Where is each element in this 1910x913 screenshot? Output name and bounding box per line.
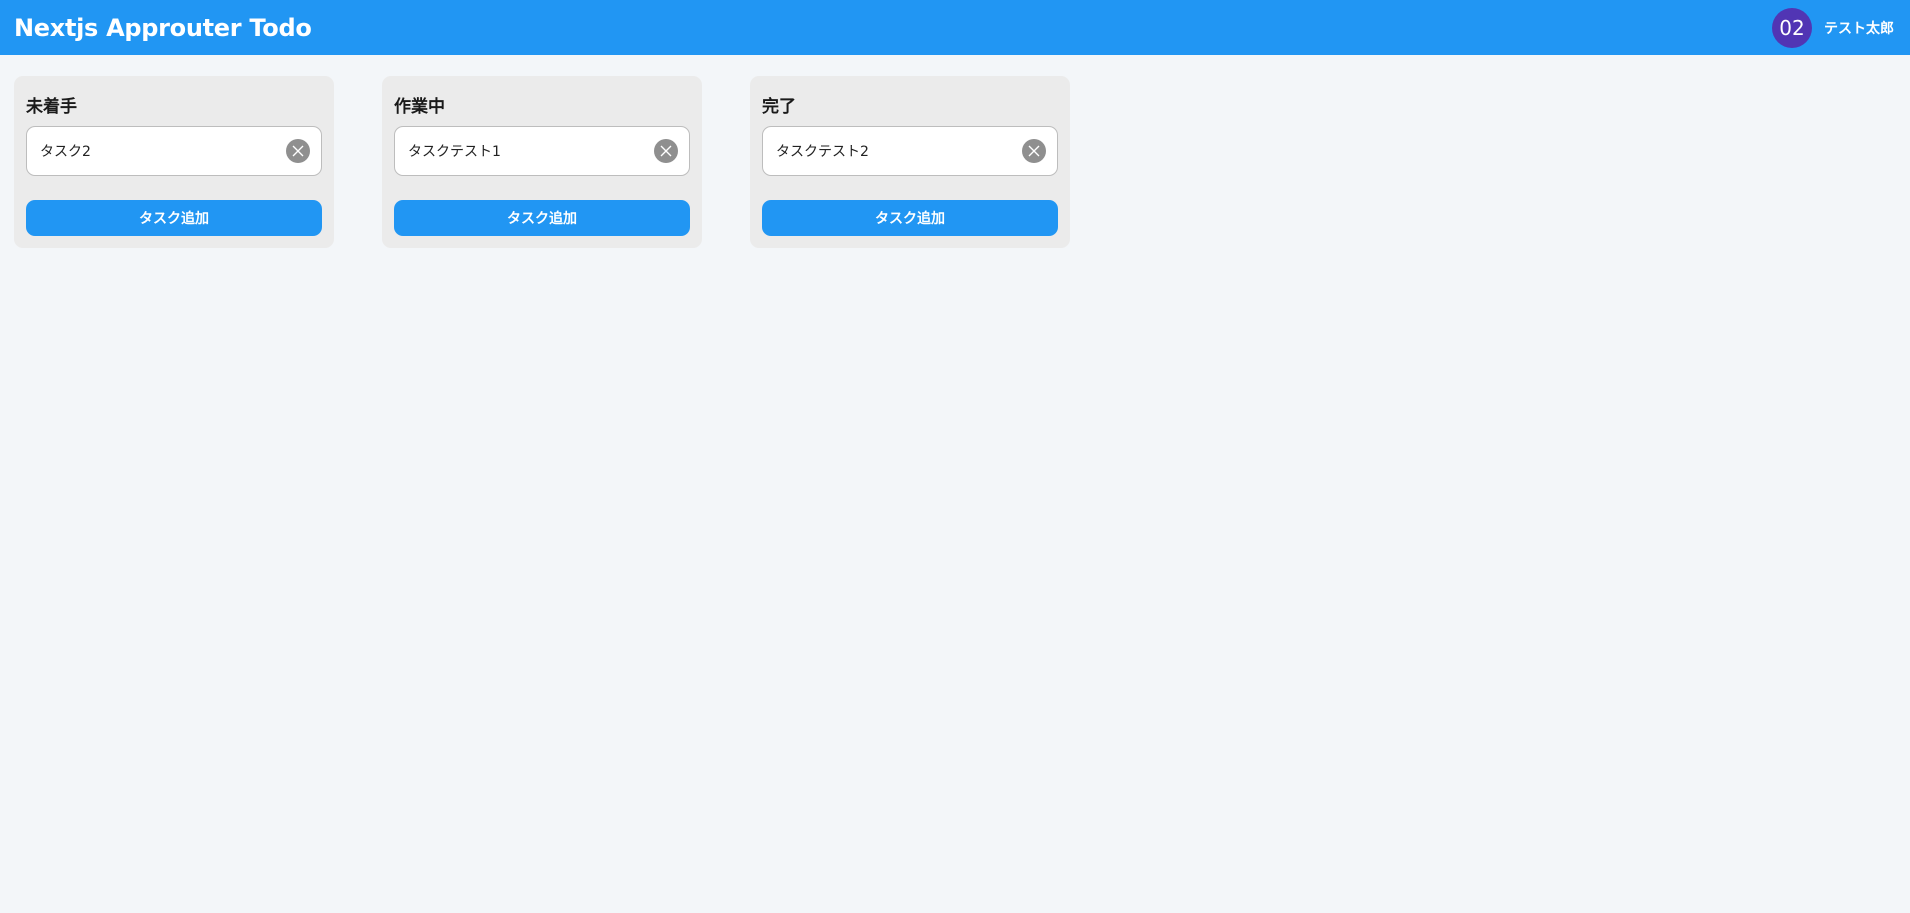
user-menu[interactable]: 02 テスト太郎 (1772, 7, 1894, 48)
task-text: タスク2 (40, 144, 91, 160)
add-task-button[interactable]: タスク追加 (762, 200, 1058, 236)
column-todo: 未着手 タスク2 タスク追加 (14, 76, 334, 248)
task-card[interactable]: タスクテスト1 (394, 126, 690, 176)
column-title: 未着手 (26, 97, 77, 117)
task-text: タスクテスト2 (776, 144, 869, 160)
add-task-button[interactable]: タスク追加 (394, 200, 690, 236)
column-title: 完了 (762, 97, 796, 117)
close-circle-icon[interactable] (286, 139, 310, 163)
close-circle-icon[interactable] (1022, 139, 1046, 163)
user-name: テスト太郎 (1824, 20, 1894, 37)
kanban-board: 未着手 タスク2 タスク追加 作業中 タスクテスト1 タスク追加 完了 タスクテ… (14, 76, 1118, 248)
task-card[interactable]: タスク2 (26, 126, 322, 176)
column-title: 作業中 (394, 97, 445, 117)
column-in-progress: 作業中 タスクテスト1 タスク追加 (382, 76, 702, 248)
close-circle-icon[interactable] (654, 139, 678, 163)
avatar[interactable]: 02 (1772, 7, 1812, 48)
task-text: タスクテスト1 (408, 144, 501, 160)
app-bar: Nextjs Approuter Todo 02 テスト太郎 (0, 0, 1910, 55)
task-card[interactable]: タスクテスト2 (762, 126, 1058, 176)
app-title: Nextjs Approuter Todo (14, 13, 312, 42)
add-task-button[interactable]: タスク追加 (26, 200, 322, 236)
column-done: 完了 タスクテスト2 タスク追加 (750, 76, 1070, 248)
